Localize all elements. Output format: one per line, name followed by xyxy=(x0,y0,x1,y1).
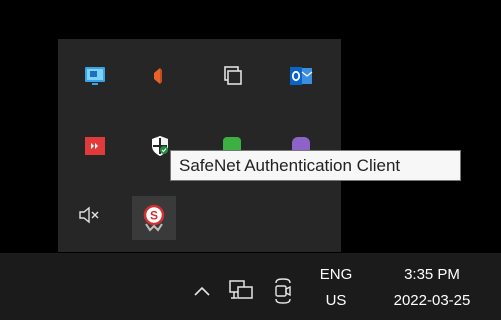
outlook-icon[interactable] xyxy=(284,59,318,93)
network-icon[interactable] xyxy=(226,276,256,306)
svg-text:S: S xyxy=(150,209,158,223)
language-code: ENG xyxy=(319,266,353,283)
red-app-icon[interactable] xyxy=(78,129,112,163)
tooltip: SafeNet Authentication Client xyxy=(170,150,461,181)
meet-now-icon[interactable] xyxy=(268,275,298,307)
tray-overflow-panel: S xyxy=(58,39,341,252)
clock-date: 2022-03-25 xyxy=(393,292,471,309)
chevron-up-icon[interactable] xyxy=(189,278,215,304)
language-region: US xyxy=(325,292,347,309)
language-indicator[interactable]: ENG US xyxy=(314,262,358,318)
volume-muted-icon[interactable] xyxy=(72,198,106,232)
tooltip-text: SafeNet Authentication Client xyxy=(179,156,401,175)
clock-time: 3:35 PM xyxy=(404,266,460,283)
remote-desktop-icon[interactable] xyxy=(78,59,112,93)
safenet-icon[interactable]: S xyxy=(132,196,176,240)
clock[interactable]: 3:35 PM 2022-03-25 xyxy=(372,262,492,318)
speaker-icon[interactable] xyxy=(143,59,177,93)
copy-windows-icon[interactable] xyxy=(215,59,249,93)
